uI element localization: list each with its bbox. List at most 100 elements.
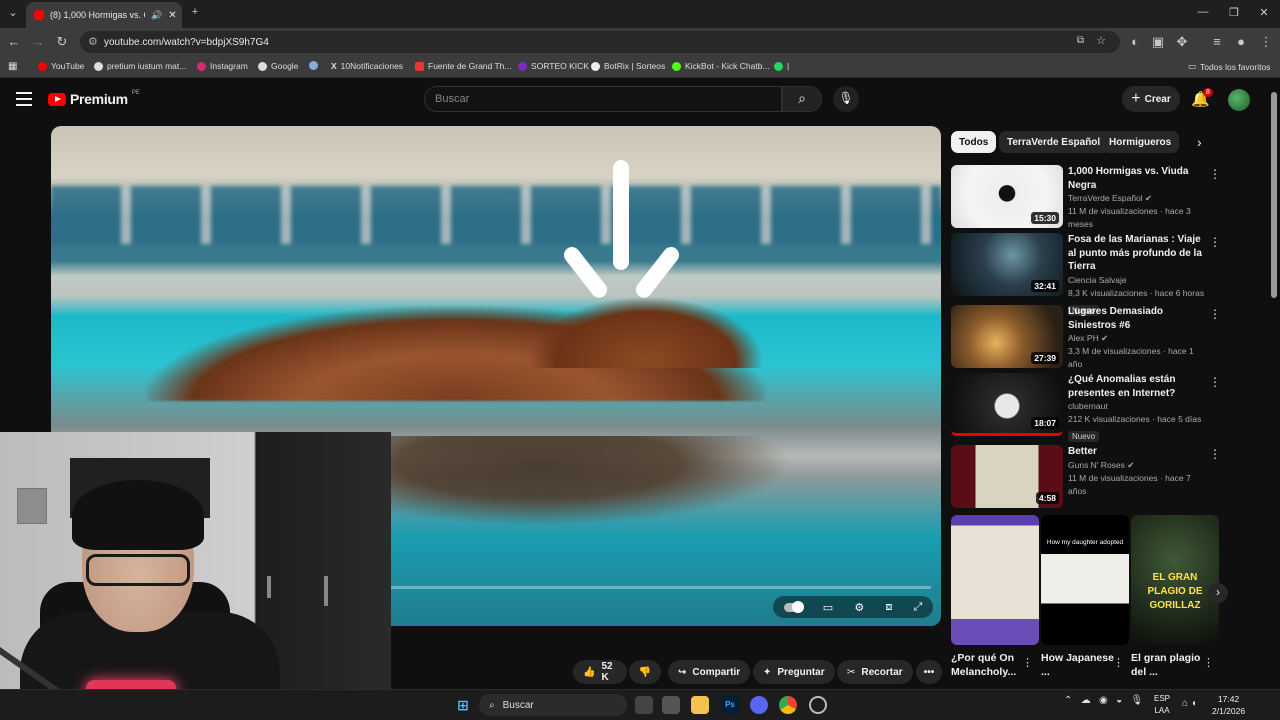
search-input[interactable]: Buscar	[424, 86, 782, 112]
chip-all[interactable]: Todos	[951, 131, 997, 153]
bookmark-instagram[interactable]: Instagram	[197, 61, 248, 71]
short-thumbnail[interactable]	[951, 515, 1039, 645]
taskbar-clock[interactable]: 17:42 2/1/2026	[1212, 693, 1245, 717]
restore-button[interactable]: ❐	[1227, 6, 1241, 19]
minimize-button[interactable]: —	[1196, 6, 1210, 18]
chevron-right-icon[interactable]: ›	[1197, 134, 1202, 150]
app-icon[interactable]	[809, 696, 827, 714]
audio-icon[interactable]: 🔊	[151, 10, 162, 21]
extensions-puzzle-icon[interactable]: ✥	[1174, 34, 1190, 50]
bookmark-google[interactable]: Google	[258, 61, 298, 71]
input-language[interactable]: ESP LAA	[1154, 693, 1170, 717]
reload-button[interactable]: ↻	[54, 34, 70, 50]
more-vert-icon[interactable]: ⋮	[1203, 656, 1214, 669]
short-title[interactable]: ¿Por qué On Melancholy...	[951, 651, 1027, 679]
settings-gear-icon[interactable]: ⚙	[854, 601, 864, 614]
file-explorer-icon[interactable]	[691, 696, 709, 714]
recommendation-item[interactable]: 18:07 ¿Qué Anomalias están presentes en …	[951, 373, 1226, 442]
reading-list-icon[interactable]: ≡	[1209, 34, 1225, 49]
tab-title: (8) 1,000 Hormigas vs. Obs	[50, 10, 145, 20]
close-tab-icon[interactable]: ✕	[168, 10, 176, 21]
arrow-down-graphic	[613, 160, 629, 270]
share-button[interactable]: ↪ Compartir	[668, 660, 751, 684]
more-actions-button[interactable]: •••	[916, 660, 942, 684]
short-title[interactable]: El gran plagio del ...	[1131, 651, 1207, 679]
recommendation-item[interactable]: 32:41 Fosa de las Marianas : Viaje al pu…	[951, 233, 1226, 316]
page-scrollbar[interactable]	[1268, 80, 1280, 690]
chip-hormigueros[interactable]: Hormigueros	[1101, 131, 1180, 153]
wardrobe-handle	[267, 576, 271, 598]
shorts-next-button[interactable]: ›	[1208, 583, 1228, 603]
create-button[interactable]: + Crear	[1122, 86, 1180, 112]
scrollbar-thumb[interactable]	[1271, 92, 1277, 298]
bookmark-gta-font[interactable]: Fuente de Grand Th...	[415, 61, 511, 71]
ask-button[interactable]: ✦ Preguntar	[753, 660, 835, 684]
short-title[interactable]: How Japanese ...	[1041, 651, 1117, 679]
subtitles-icon[interactable]: ▭	[823, 601, 833, 614]
chip-terraverde[interactable]: TerraVerde Español	[999, 131, 1109, 153]
extension-icon-2[interactable]: ▣	[1150, 34, 1166, 50]
more-vert-icon[interactable]: ⋮	[1209, 447, 1221, 461]
bookmark-youtube[interactable]: YouTube	[38, 61, 84, 71]
extension-icon[interactable]: ◐	[1127, 34, 1143, 49]
bookmark-botrix[interactable]: BotRix | Sorteos	[591, 61, 665, 71]
more-vert-icon[interactable]: ⋮	[1209, 307, 1221, 321]
dislike-button[interactable]: 👎	[629, 660, 661, 684]
site-info-icon[interactable]: ⚙	[88, 35, 98, 48]
more-vert-icon[interactable]: ⋮	[1209, 375, 1221, 389]
tab-search-icon[interactable]: ⌄	[6, 6, 20, 19]
profile-icon[interactable]: ●	[1233, 34, 1249, 49]
menu-icon[interactable]	[16, 92, 32, 106]
back-button[interactable]: ←	[6, 34, 22, 49]
cast-icon[interactable]: ⧉	[1077, 35, 1084, 46]
bookmark-kickbot[interactable]: KickBot - Kick Chatb...	[672, 61, 770, 71]
short-thumbnail[interactable]: How my daughter adopted	[1041, 515, 1129, 645]
bookmark-sorteo-kick[interactable]: SORTEO KICK	[518, 61, 589, 71]
youtube-premium-logo[interactable]: Premium PE	[48, 90, 140, 107]
address-bar[interactable]: ⚙ youtube.com/watch?v=bdpjXS9h7G4 ⧉ ☆	[80, 31, 1120, 53]
more-vert-icon[interactable]: ⋮	[1113, 656, 1124, 669]
miniplayer-icon[interactable]: ⧈	[885, 601, 892, 614]
browser-tab-active[interactable]: (8) 1,000 Hormigas vs. Obs 🔊 ✕	[26, 2, 182, 28]
fullscreen-icon[interactable]: ⤢	[914, 601, 923, 614]
more-vert-icon[interactable]: ⋮	[1209, 167, 1221, 181]
bookmark-pretium[interactable]: pretium iustum mat...	[94, 61, 186, 71]
app-icon[interactable]	[662, 696, 680, 714]
photoshop-icon[interactable]: Ps	[721, 696, 739, 714]
apps-grid-icon[interactable]: ▦	[8, 61, 17, 72]
bookmark-sparkle[interactable]	[309, 61, 318, 70]
scissors-icon: ✂	[847, 666, 856, 678]
bookmark-star-icon[interactable]: ☆	[1096, 34, 1106, 47]
like-button[interactable]: 👍 52 K	[573, 660, 627, 684]
folder-icon: ▭	[1188, 61, 1197, 71]
video-progress-bar[interactable]	[391, 586, 931, 589]
account-avatar[interactable]	[1228, 89, 1250, 111]
browser-menu-icon[interactable]: ⋮	[1258, 34, 1274, 50]
recommendation-item[interactable]: 4:58 Better Guns N' Roses ✔ 11 M de visu…	[951, 445, 1226, 509]
close-window-button[interactable]: ✕	[1257, 6, 1271, 19]
new-tab-button[interactable]: +	[188, 6, 202, 18]
wifi-sound-battery-icons[interactable]: ⌂ ◖	[1182, 698, 1197, 709]
discord-icon[interactable]	[750, 696, 768, 714]
system-tray[interactable]: ⌃ ☁ ◉ ◒ 🎙	[1064, 695, 1143, 706]
windows-start-icon[interactable]: ⊞	[454, 696, 472, 714]
task-view-icon[interactable]	[635, 696, 653, 714]
clip-button[interactable]: ✂ Recortar	[837, 660, 913, 684]
channel-name: Ciencia Salvaje	[1068, 274, 1127, 285]
chrome-icon[interactable]	[779, 696, 797, 714]
search-button[interactable]: ⌕	[782, 86, 822, 112]
voice-search-button[interactable]: 🎙	[833, 86, 859, 112]
autoplay-toggle[interactable]	[783, 600, 804, 613]
forward-button[interactable]: →	[30, 34, 46, 49]
all-favorites-folder[interactable]: ▭ Todos los favoritos	[1188, 61, 1270, 72]
recommendation-item[interactable]: 15:30 1,000 Hormigas vs. Viuda Negra Ter…	[951, 165, 1226, 229]
more-vert-icon[interactable]: ⋮	[1022, 656, 1033, 669]
bookmark-whatsapp[interactable]: |	[774, 61, 789, 71]
x-icon: X	[331, 61, 337, 71]
bookmark-10notificaciones[interactable]: X 10Notificaciones	[331, 61, 403, 71]
short-thumbnail[interactable]: EL GRAN PLAGIO DE GORILLAZ	[1131, 515, 1219, 645]
taskbar-search[interactable]: ⌕ Buscar	[479, 694, 627, 716]
recommendation-item[interactable]: 27:39 Lugares Demasiado Siniestros #6 Al…	[951, 305, 1226, 369]
more-vert-icon[interactable]: ⋮	[1209, 235, 1221, 249]
youtube-play-icon	[48, 92, 66, 106]
